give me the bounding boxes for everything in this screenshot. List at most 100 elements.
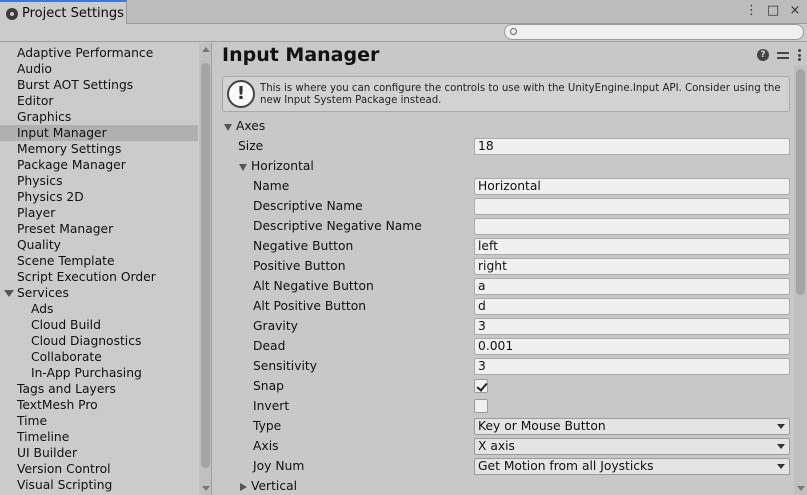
joy-num-dropdown[interactable]: Get Motion from all Joysticks	[474, 458, 790, 475]
sidebar-item-label: Graphics	[17, 110, 72, 124]
type-dropdown[interactable]: Key or Mouse Button	[474, 418, 790, 435]
alt-negative-button-field[interactable]: a	[474, 278, 790, 295]
horizontal-foldout[interactable]: Horizontal	[213, 157, 793, 177]
gravity-field[interactable]: 3	[474, 318, 790, 335]
sidebar-item-version-control[interactable]: Version Control	[0, 461, 198, 477]
sidebar-item-label: Cloud Diagnostics	[31, 334, 142, 348]
toolbar	[0, 24, 807, 42]
sidebar-item-player[interactable]: Player	[0, 205, 198, 221]
axes-foldout[interactable]: Axes	[213, 117, 793, 137]
sidebar-item-tags-and-layers[interactable]: Tags and Layers	[0, 381, 198, 397]
sidebar-item-label: Timeline	[17, 430, 70, 444]
sidebar-item-in-app-purchasing[interactable]: In-App Purchasing	[0, 365, 198, 381]
foldout-open-icon[interactable]	[239, 164, 247, 171]
sensitivity-row: Sensitivity 3	[213, 357, 793, 377]
sidebar-item-physics-2d[interactable]: Physics 2D	[0, 189, 198, 205]
dropdown-arrow-icon	[777, 424, 785, 429]
sidebar-scrollbar[interactable]	[199, 43, 211, 495]
sidebar-item-label: Package Manager	[17, 158, 126, 172]
descriptive-negative-name-row: Descriptive Negative Name	[213, 217, 793, 237]
dead-label: Dead	[253, 339, 286, 353]
name-field[interactable]: Horizontal	[474, 178, 790, 195]
sidebar-item-script-execution-order[interactable]: Script Execution Order	[0, 269, 198, 285]
expand-arrow-icon[interactable]	[4, 290, 14, 297]
negative-button-field[interactable]: left	[474, 238, 790, 255]
sidebar-item-ads[interactable]: Ads	[0, 301, 198, 317]
sidebar-item-collaborate[interactable]: Collaborate	[0, 349, 198, 365]
kebab-menu-icon[interactable]	[797, 49, 801, 61]
scroll-down-icon[interactable]	[797, 486, 805, 491]
foldout-open-icon[interactable]	[224, 124, 232, 131]
descriptive-negative-name-field[interactable]	[474, 218, 790, 235]
size-row: Size 18	[213, 137, 793, 157]
sidebar-item-visual-scripting[interactable]: Visual Scripting	[0, 477, 198, 493]
scroll-down-icon[interactable]	[202, 486, 210, 491]
sidebar-item-label: Editor	[17, 94, 54, 108]
close-icon[interactable]: ×	[789, 3, 801, 18]
sidebar-item-audio[interactable]: Audio	[0, 61, 198, 77]
info-exclamation-icon: !	[227, 80, 255, 108]
search-input[interactable]	[504, 24, 804, 40]
inspector-scroll-thumb[interactable]	[796, 69, 805, 295]
alt-positive-button-field[interactable]: d	[474, 298, 790, 315]
positive-button-row: Positive Button right	[213, 257, 793, 277]
page-title: Input Manager	[222, 44, 380, 66]
joy-num-row: Joy Num Get Motion from all Joysticks	[213, 457, 793, 477]
more-options-icon[interactable]: ⋮	[745, 3, 758, 18]
sidebar-item-timeline[interactable]: Timeline	[0, 429, 198, 445]
positive-button-field[interactable]: right	[474, 258, 790, 275]
sidebar-item-label: In-App Purchasing	[31, 366, 142, 380]
descriptive-name-label: Descriptive Name	[253, 199, 363, 213]
presets-icon[interactable]	[777, 49, 789, 61]
sidebar-item-input-manager[interactable]: Input Manager	[0, 125, 198, 141]
negative-button-label: Negative Button	[253, 239, 354, 253]
sidebar-item-cloud-build[interactable]: Cloud Build	[0, 317, 198, 333]
vertical-foldout[interactable]: Vertical	[213, 477, 793, 495]
type-row: Type Key or Mouse Button	[213, 417, 793, 437]
sidebar-item-memory-settings[interactable]: Memory Settings	[0, 141, 198, 157]
scroll-up-icon[interactable]	[202, 47, 210, 52]
vertical-axis-label: Vertical	[251, 479, 298, 493]
sidebar-item-textmesh-pro[interactable]: TextMesh Pro	[0, 397, 198, 413]
sidebar-scroll-thumb[interactable]	[201, 63, 210, 468]
help-icon[interactable]: ?	[757, 49, 769, 61]
sidebar-item-package-manager[interactable]: Package Manager	[0, 157, 198, 173]
sidebar-item-label: Burst AOT Settings	[17, 78, 134, 92]
info-box: ! This is where you can configure the co…	[222, 76, 790, 112]
sidebar-item-scene-template[interactable]: Scene Template	[0, 253, 198, 269]
joy-num-dropdown-value: Get Motion from all Joysticks	[478, 459, 654, 473]
invert-row: Invert	[213, 397, 793, 417]
gear-icon	[6, 7, 18, 20]
sidebar-item-graphics[interactable]: Graphics	[0, 109, 198, 125]
maximize-icon[interactable]: □	[767, 3, 779, 18]
size-field[interactable]: 18	[474, 138, 790, 155]
inspector-scrollbar[interactable]	[794, 65, 807, 495]
sidebar-item-preset-manager[interactable]: Preset Manager	[0, 221, 198, 237]
sidebar-item-label: TextMesh Pro	[17, 398, 98, 412]
tab-project-settings[interactable]: Project Settings	[0, 0, 127, 25]
descriptive-name-field[interactable]	[474, 198, 790, 215]
sidebar-item-label: UI Builder	[17, 446, 78, 460]
sidebar-item-burst-aot-settings[interactable]: Burst AOT Settings	[0, 77, 198, 93]
invert-checkbox[interactable]	[474, 399, 488, 413]
snap-checkbox[interactable]	[474, 379, 488, 393]
sidebar-item-ui-builder[interactable]: UI Builder	[0, 445, 198, 461]
dead-field[interactable]: 0.001	[474, 338, 790, 355]
sidebar-item-physics[interactable]: Physics	[0, 173, 198, 189]
info-text: This is where you can configure the cont…	[260, 83, 781, 106]
sidebar-item-time[interactable]: Time	[0, 413, 198, 429]
sidebar-item-services[interactable]: Services	[0, 285, 198, 301]
dead-row: Dead 0.001	[213, 337, 793, 357]
sidebar-item-quality[interactable]: Quality	[0, 237, 198, 253]
size-label: Size	[238, 139, 264, 153]
axis-dropdown[interactable]: X axis	[474, 438, 790, 455]
sidebar-item-editor[interactable]: Editor	[0, 93, 198, 109]
name-row: Name Horizontal	[213, 177, 793, 197]
invert-label: Invert	[253, 399, 290, 413]
sensitivity-field[interactable]: 3	[474, 358, 790, 375]
sidebar-item-cloud-diagnostics[interactable]: Cloud Diagnostics	[0, 333, 198, 349]
foldout-closed-icon[interactable]	[240, 483, 247, 491]
sidebar-item-adaptive-performance[interactable]: Adaptive Performance	[0, 45, 198, 61]
positive-button-label: Positive Button	[253, 259, 346, 273]
settings-sidebar: Adaptive Performance Audio Burst AOT Setti…	[0, 43, 212, 495]
